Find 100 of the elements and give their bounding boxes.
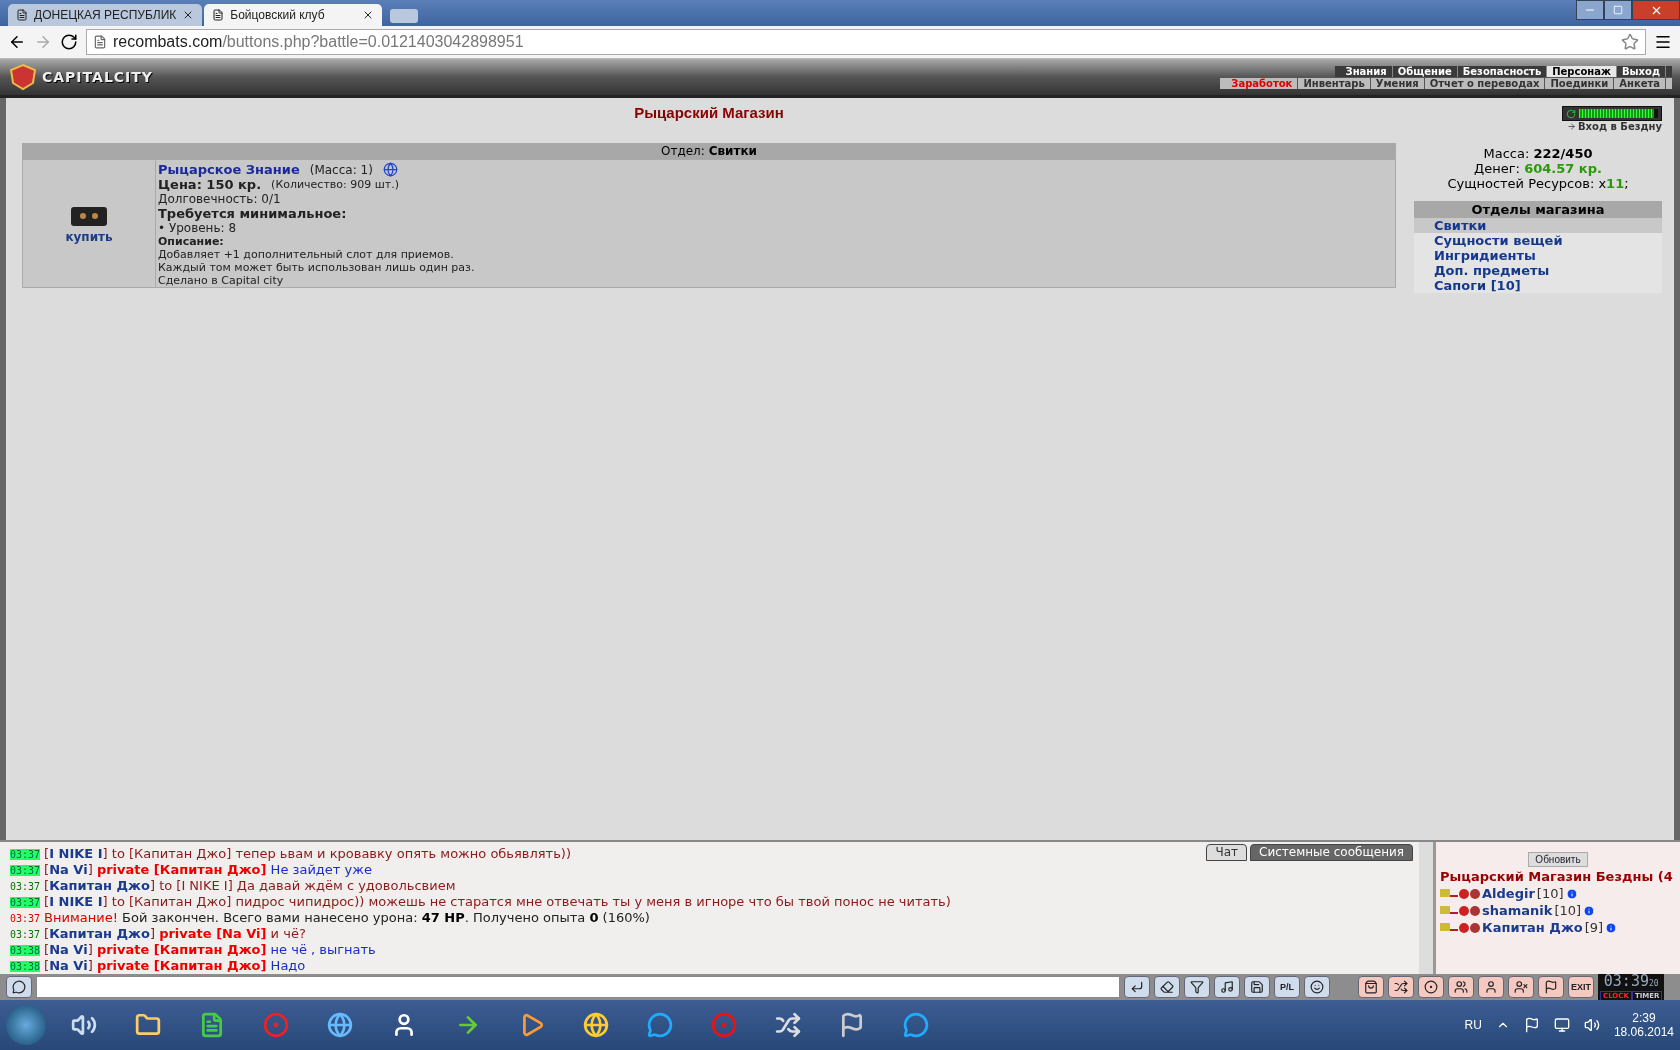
- abyss-link[interactable]: Вход в Бездну: [1566, 121, 1662, 132]
- money-stat: Денег: 604.57 кр.: [1474, 161, 1602, 176]
- swap-icon: [1394, 980, 1408, 994]
- item-price: Цена: 150 кр.: [158, 177, 262, 192]
- chat-message: 03:37 Внимание! Бой закончен. Всего вами нанесено урона: 47 HP. Получено опыта 0 (160%): [10, 910, 651, 926]
- save-button[interactable]: [1244, 976, 1270, 998]
- page-icon: [16, 9, 28, 21]
- chat-message: 03:37 [Капитан Джо] private [Na Vi] и чё?: [10, 926, 307, 942]
- tray-clock[interactable]: 2:39 18.06.2014: [1613, 1011, 1674, 1039]
- block-user-icon: [1514, 980, 1528, 994]
- browser-tab[interactable]: ДОНЕЦКАЯ РЕСПУБЛИК: [8, 4, 203, 26]
- circle-icon: [1424, 980, 1438, 994]
- maximize-icon: [1613, 5, 1623, 15]
- room-title: Рыцарский Магазин Бездны (4: [1440, 869, 1673, 884]
- description-line: Каждый том может быть использован лишь один раз.: [158, 261, 475, 274]
- filter-button[interactable]: [1184, 976, 1210, 998]
- menu-link[interactable]: Выход: [1616, 65, 1666, 77]
- essence-stat: Сущностей Ресурсов: x11;: [1447, 176, 1629, 191]
- music-button[interactable]: [1214, 976, 1240, 998]
- start-button[interactable]: [6, 1005, 46, 1045]
- requirements-title: Требуется минимальное:: [158, 206, 348, 221]
- flag-icon: [1544, 980, 1558, 994]
- section-link[interactable]: Ингридиенты: [1414, 248, 1662, 263]
- user-name[interactable]: Капитан Джо: [1482, 920, 1583, 935]
- info-icon[interactable]: [1565, 887, 1578, 900]
- buy-link[interactable]: купить: [65, 229, 113, 244]
- volume-icon[interactable]: [1583, 1017, 1600, 1033]
- folder-icon: [135, 1012, 161, 1038]
- chat-icon: [903, 1012, 929, 1038]
- user-level: [10]: [1536, 886, 1564, 901]
- back-icon[interactable]: [8, 33, 26, 51]
- chat-message: 03:38 [Na Vi] private [Капитан Джо] Надо: [10, 958, 307, 974]
- user-level: [10]: [1554, 903, 1582, 918]
- globe-icon: [382, 162, 398, 177]
- people-icon: [1454, 980, 1468, 994]
- refresh-icon: [1566, 108, 1576, 119]
- bookmark-star-icon[interactable]: [1621, 33, 1639, 51]
- menu-link[interactable]: Знания: [1340, 65, 1393, 77]
- enter-icon: [1130, 980, 1144, 994]
- menu-link[interactable]: Общение: [1392, 65, 1458, 77]
- yin-yang-button[interactable]: [1418, 976, 1444, 998]
- speaker-button[interactable]: [6, 976, 32, 998]
- language-indicator[interactable]: RU: [1464, 1018, 1482, 1032]
- chat-tab[interactable]: Чат: [1206, 844, 1248, 861]
- menu-icon[interactable]: [1654, 33, 1672, 51]
- smiley-button[interactable]: [1304, 976, 1330, 998]
- chat-input[interactable]: [36, 976, 1120, 998]
- browser-tab[interactable]: Бойцовский клуб: [204, 4, 383, 26]
- info-icon[interactable]: [1583, 904, 1596, 917]
- item-quantity: (Количество: 909 шт.): [271, 178, 399, 191]
- person-button[interactable]: [1478, 976, 1504, 998]
- address-field[interactable]: recombats.com/buttons.php?battle=0.0121403042898951: [86, 29, 1646, 55]
- chat-message: 03:37 [I NIKE I] to [Капитан Джо] пидрос чипидрос)) можешь не старатся мне отвечать ты у меня в игноре что бы твой понос не читать): [10, 894, 952, 910]
- item-durability: Долговечность: 0/1: [158, 192, 282, 206]
- chat-message: 03:37 [Na Vi] private [Капитан Джо] Не зайдет уже: [10, 862, 373, 878]
- menu-link[interactable]: Отчет о переводах: [1424, 77, 1546, 89]
- info-icon[interactable]: [1605, 921, 1618, 934]
- menu-link[interactable]: Умения: [1370, 77, 1425, 89]
- item-name[interactable]: Рыцарское Знание: [158, 162, 300, 177]
- section-link[interactable]: Доп. предметы: [1414, 263, 1662, 278]
- user-name[interactable]: shamanik: [1482, 903, 1553, 918]
- section-link[interactable]: Сущности вещей: [1414, 233, 1662, 248]
- enter-button[interactable]: [1124, 976, 1150, 998]
- menu-link[interactable]: Инвентарь: [1298, 77, 1371, 89]
- page-title: Рыцарский Магазин: [633, 103, 785, 123]
- eraser-icon: [1160, 980, 1174, 994]
- swap-button[interactable]: [1388, 976, 1414, 998]
- exit-button[interactable]: EXIT: [1568, 976, 1594, 998]
- game-logo: CAPITALCITY: [8, 63, 153, 91]
- menu-link[interactable]: Персонаж: [1547, 65, 1617, 77]
- network-icon[interactable]: [1553, 1017, 1570, 1033]
- new-tab-button[interactable]: [390, 9, 419, 23]
- chat-tab[interactable]: Системные сообщения: [1250, 844, 1413, 861]
- reload-icon[interactable]: [60, 33, 78, 51]
- menu-link[interactable]: Анкета: [1614, 77, 1666, 89]
- bag-button[interactable]: [1358, 976, 1384, 998]
- smiley-icon: [1310, 980, 1324, 994]
- menu-link[interactable]: Поединки: [1545, 77, 1615, 89]
- user-badges-icon: [1440, 886, 1480, 901]
- flag-button[interactable]: [1538, 976, 1564, 998]
- circle-icon: [263, 1012, 289, 1038]
- user-name[interactable]: Aldegir: [1482, 886, 1535, 901]
- minimize-button[interactable]: [1576, 0, 1604, 20]
- section-link[interactable]: Свитки: [1414, 218, 1662, 233]
- people-button[interactable]: [1448, 976, 1474, 998]
- close-button[interactable]: [1632, 0, 1680, 20]
- pl-button[interactable]: P/L: [1274, 976, 1300, 998]
- filter-icon: [1190, 980, 1204, 994]
- page-icon: [212, 9, 225, 21]
- browser-icon: [583, 1012, 609, 1038]
- section-link[interactable]: Сапоги [10]: [1414, 278, 1662, 293]
- maximize-button[interactable]: [1604, 0, 1632, 20]
- sections-title: Отделы магазина: [1414, 201, 1662, 218]
- refresh-button[interactable]: Обновить: [1528, 852, 1588, 867]
- eraser-button[interactable]: [1154, 976, 1180, 998]
- arrow-icon: [1566, 122, 1576, 131]
- chat-message: 03:38 [Na Vi] private [Капитан Джо] не чё , выгнать: [10, 942, 377, 958]
- flag-icon[interactable]: [1523, 1017, 1540, 1033]
- block-user-button[interactable]: [1508, 976, 1534, 998]
- person-icon: [1484, 980, 1498, 994]
